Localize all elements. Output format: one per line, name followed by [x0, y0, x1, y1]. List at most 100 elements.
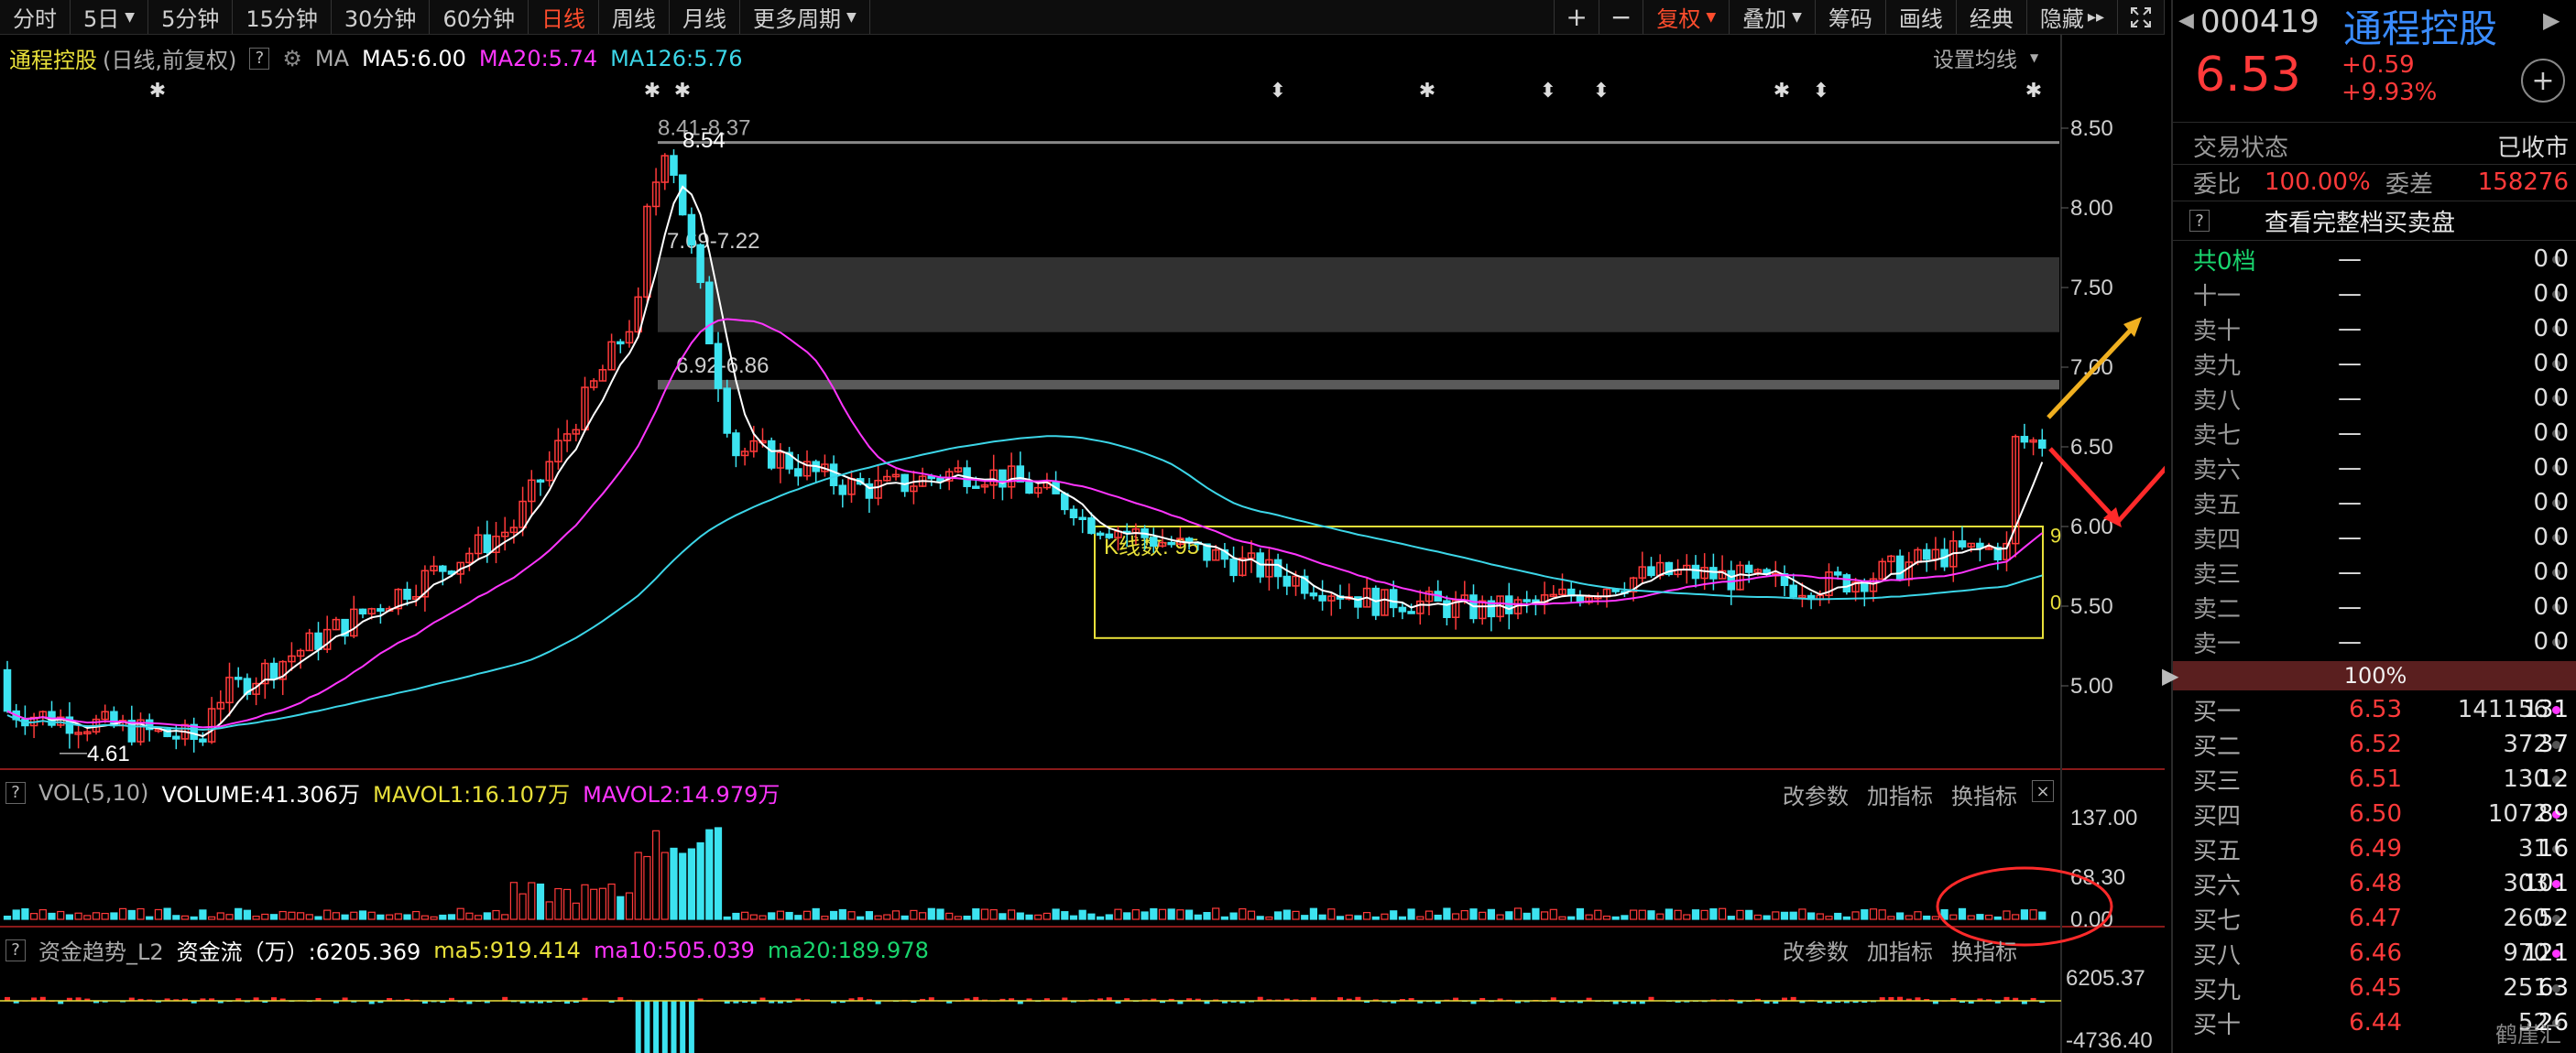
buy-level-row[interactable]: 买九 6.45 251 63: [2173, 971, 2576, 1005]
expand-icon[interactable]: [2118, 0, 2165, 34]
sell-level-row[interactable]: 卖九 — 0 0: [2173, 346, 2576, 381]
volume-bar-up: [38, 908, 47, 920]
volume-bar-down: [714, 827, 723, 920]
buy-level-row[interactable]: 买八 6.46 970 121: [2173, 936, 2576, 971]
candles-group: [3, 149, 2047, 753]
sell-level-row[interactable]: 卖四 — 0 0: [2173, 520, 2576, 555]
period-tab-3-label: 15分钟: [246, 6, 318, 32]
sell-level-volume: 0: [2533, 280, 2549, 308]
volume-bar-down: [1184, 909, 1194, 920]
volume-bar-up: [954, 916, 963, 920]
flow-tool-1[interactable]: 加指标: [1867, 934, 1933, 966]
sell-level-count: 0: [2553, 245, 2569, 273]
volume-bar-up: [1247, 910, 1256, 920]
buy-level-row[interactable]: 买五 6.49 31 16: [2173, 831, 2576, 866]
volume-bar-down: [1842, 916, 1851, 920]
volume-bar-down: [1105, 914, 1113, 920]
kline-chart-canvas[interactable]: 8.508.007.507.006.506.005.505.00137.0068…: [0, 35, 2165, 1053]
tool-button-6[interactable]: 经典: [1957, 0, 2027, 34]
add-watchlist-icon[interactable]: +: [2521, 59, 2565, 103]
period-tab-5[interactable]: 60分钟: [430, 0, 529, 34]
period-tab-9[interactable]: 更多周期 ▼: [740, 0, 870, 34]
volume-bar-up: [1034, 914, 1042, 920]
low-price-label: 4.61: [87, 742, 130, 766]
flow-tool-0[interactable]: 改参数: [1783, 934, 1849, 966]
collapse-left-icon[interactable]: ◀: [2178, 9, 2194, 32]
volume-bar-up: [528, 882, 536, 920]
sell-level-row[interactable]: 卖二 — 0 0: [2173, 590, 2576, 624]
buy-level-row[interactable]: 买四 6.50 1072 89: [2173, 797, 2576, 831]
buy-level-row[interactable]: 买二 6.52 372 37: [2173, 727, 2576, 762]
volume-bar-up: [2012, 914, 2020, 920]
book-help-icon[interactable]: ?: [2189, 210, 2210, 232]
gear-icon[interactable]: ⚙: [282, 46, 302, 71]
sell-level-row[interactable]: 卖一 — 0 0: [2173, 624, 2576, 659]
vol-close-icon[interactable]: ×: [2032, 780, 2054, 802]
sell-level-row[interactable]: 卖三 — 0 0: [2173, 555, 2576, 590]
tool-button-5[interactable]: 画线: [1886, 0, 1957, 34]
flow-help-icon[interactable]: ?: [5, 939, 26, 961]
flow-ma20: ma20:189.978: [767, 937, 929, 963]
period-tab-4[interactable]: 30分钟: [332, 0, 431, 34]
period-tab-6[interactable]: 日线: [529, 0, 599, 34]
volume-bar-up: [492, 909, 500, 920]
minus-icon[interactable]: −: [1599, 0, 1644, 34]
plus-icon[interactable]: +: [1555, 0, 1599, 34]
sell-level-price: —: [2338, 385, 2362, 412]
volume-bar-up: [590, 888, 598, 920]
volume-bar-up: [1869, 908, 1878, 920]
period-tab-7[interactable]: 周线: [599, 0, 670, 34]
volume-bar-up: [910, 909, 918, 920]
panel-expand-icon[interactable]: ▶: [2162, 663, 2178, 689]
sell-level-row[interactable]: 卖六 — 0 0: [2173, 451, 2576, 485]
buy-level-volume: 130: [2503, 765, 2549, 793]
volume-bar-up: [1176, 909, 1184, 920]
tool-button-4[interactable]: 筹码: [1816, 0, 1886, 34]
sell-level-row[interactable]: 共0档 — 0 0: [2173, 242, 2576, 277]
vol-tool-2[interactable]: 换指标: [1951, 778, 2017, 810]
period-tab-1[interactable]: 5日 ▼: [71, 0, 149, 34]
buy-level-price: 6.49: [2349, 835, 2402, 863]
sell-level-row[interactable]: 卖七 — 0 0: [2173, 416, 2576, 451]
volume-bar-up: [474, 915, 483, 920]
sell-level-row[interactable]: 卖十 — 0 0: [2173, 311, 2576, 346]
price-axis-label: 7.00: [2070, 355, 2113, 380]
sell-level-count: 0: [2553, 385, 2569, 412]
help-icon[interactable]: ?: [249, 47, 270, 70]
sell-level-row[interactable]: 卖五 — 0 0: [2173, 485, 2576, 520]
flow-tool-2[interactable]: 换指标: [1951, 934, 2017, 966]
full-book-row[interactable]: ? 查看完整档买卖盘: [2173, 203, 2576, 238]
period-tab-8[interactable]: 月线: [670, 0, 740, 34]
ma-settings-button[interactable]: 设置均线 ▼: [1933, 42, 2038, 73]
buy-level-label: 买二: [2193, 733, 2242, 761]
sell-level-row[interactable]: 十一 — 0 0: [2173, 277, 2576, 311]
period-toolbar: 分时 5日 ▼ 5分钟 15分钟 30分钟 60分钟 日线 周线 月线 更多周期 ▼ + − 复权 ▼ 叠加 ▼ 筹…: [0, 0, 2165, 35]
vol-tool-0[interactable]: 改参数: [1783, 778, 1849, 810]
buy-level-row[interactable]: 买三 6.51 130 12: [2173, 762, 2576, 797]
volume-bar-down: [1283, 909, 1291, 920]
tool-button-7[interactable]: 隐藏 ▸▸: [2027, 0, 2118, 34]
period-tab-0[interactable]: 分时: [0, 0, 71, 34]
volume-bar-up: [1362, 912, 1371, 920]
candle-down: [483, 534, 492, 553]
sell-level-row[interactable]: 卖八 — 0 0: [2173, 381, 2576, 416]
volume-bar-up: [136, 907, 145, 920]
tool-button-2[interactable]: 复权 ▼: [1643, 0, 1730, 34]
collapse-right-icon[interactable]: ▶: [2543, 7, 2560, 33]
flow-name: 资金趋势_L2: [38, 939, 164, 965]
buy-level-row[interactable]: 买六 6.48 303 101: [2173, 866, 2576, 901]
full-book-link[interactable]: 查看完整档买卖盘: [2265, 204, 2455, 238]
volume-bar-down: [377, 914, 385, 920]
candle-down: [1016, 465, 1025, 483]
period-tab-3[interactable]: 15分钟: [233, 0, 332, 34]
volume-bar-down: [679, 852, 687, 920]
buy-level-row[interactable]: 买一 6.53 141156 131: [2173, 692, 2576, 727]
vol-help-icon[interactable]: ?: [5, 781, 26, 804]
vol-tool-1[interactable]: 加指标: [1867, 778, 1933, 810]
chart-area[interactable]: 8.50 8.00 7.50 7.00 6.50 6.00 5.50 5.00 137.00 68…: [0, 35, 2165, 1053]
volume-bar-down: [2020, 909, 2028, 920]
tool-button-3[interactable]: 叠加 ▼: [1730, 0, 1816, 34]
sell-level-count: 0: [2553, 628, 2569, 656]
buy-level-row[interactable]: 买七 6.47 260 52: [2173, 901, 2576, 936]
period-tab-2[interactable]: 5分钟: [148, 0, 234, 34]
